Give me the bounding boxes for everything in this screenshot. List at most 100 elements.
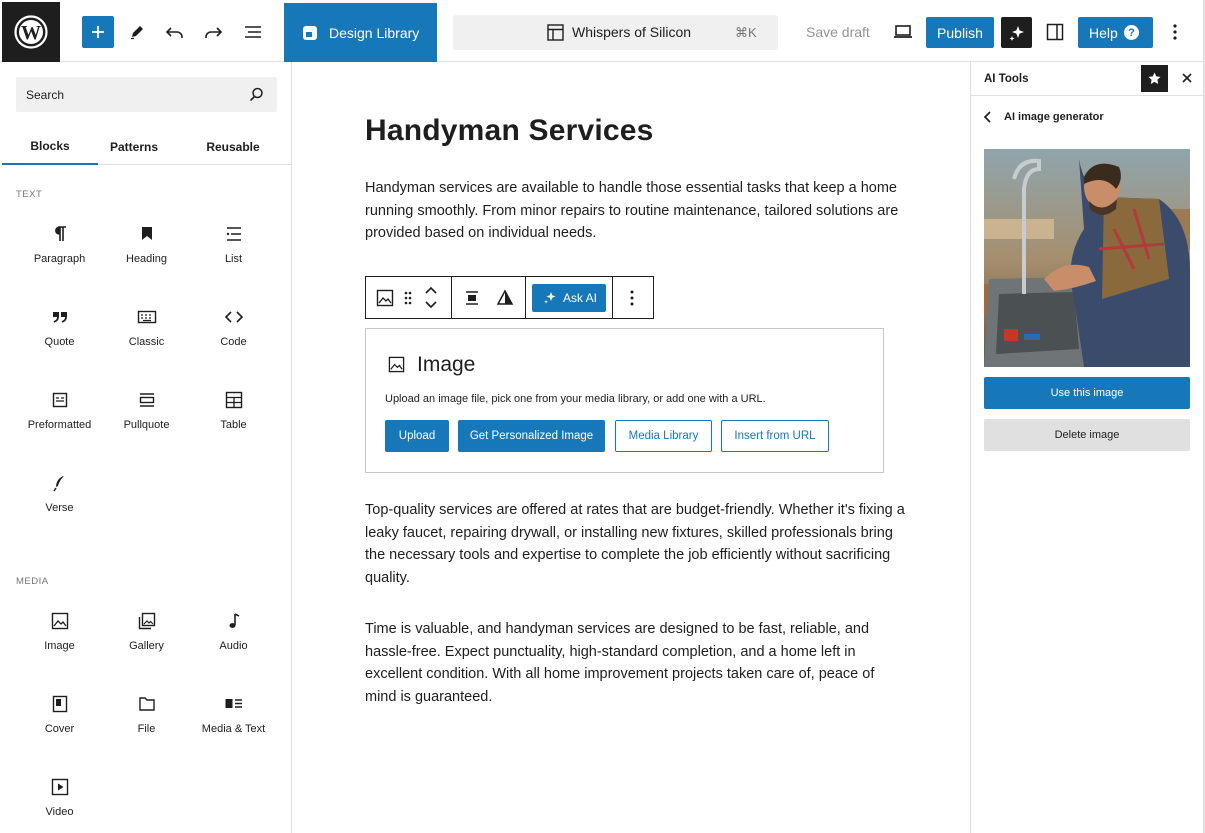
- tab-patterns[interactable]: Patterns: [98, 128, 170, 165]
- chevron-up-icon[interactable]: [424, 285, 438, 297]
- delete-image-button[interactable]: Delete image: [984, 419, 1190, 451]
- paragraph-block[interactable]: Time is valuable, and handyman services …: [365, 618, 885, 708]
- gallery-icon: [138, 612, 155, 630]
- video-icon: [51, 778, 68, 796]
- music-note-icon: [229, 613, 239, 628]
- list-view-icon: [245, 26, 261, 38]
- insert-from-url-button[interactable]: Insert from URL: [721, 420, 829, 452]
- generated-image[interactable]: [984, 149, 1190, 367]
- block-paragraph[interactable]: Paragraph: [16, 225, 103, 305]
- add-block-button[interactable]: [82, 16, 114, 48]
- close-icon[interactable]: [1180, 71, 1194, 85]
- tab-reusable[interactable]: Reusable: [188, 128, 278, 165]
- editor-header: W Design Library Whispers of Silicon ⌘K …: [0, 0, 1205, 62]
- bookmark-icon: [141, 227, 152, 240]
- sparkle-icon: [1009, 25, 1024, 41]
- media-text-icon: [225, 699, 242, 708]
- block-heading[interactable]: Heading: [103, 225, 190, 305]
- block-quote[interactable]: Quote: [16, 308, 103, 388]
- preview-button[interactable]: [889, 16, 917, 48]
- cover-icon: [52, 695, 67, 713]
- search-input[interactable]: Search: [16, 77, 277, 112]
- feather-icon: [52, 476, 64, 492]
- image-block-instructions: Upload an image file, pick one from your…: [385, 393, 766, 405]
- options-menu-button[interactable]: [1163, 16, 1187, 48]
- wordpress-logo-icon[interactable]: W: [2, 2, 60, 62]
- image-icon[interactable]: [376, 289, 394, 307]
- plus-icon: [92, 26, 104, 38]
- quote-icon: [52, 312, 67, 323]
- paragraph-block[interactable]: Handyman services are available to handl…: [365, 177, 905, 245]
- duotone-filter-icon[interactable]: [496, 289, 514, 307]
- undo-button[interactable]: [160, 16, 190, 48]
- document-overview-button[interactable]: [238, 16, 268, 48]
- desktop-preview-icon: [894, 25, 912, 38]
- block-classic[interactable]: Classic: [103, 308, 190, 388]
- inserter-tabs: Blocks Patterns Reusable: [2, 128, 292, 165]
- design-library-label: Design Library: [329, 24, 420, 41]
- help-label: Help: [1089, 24, 1118, 41]
- media-library-button[interactable]: Media Library: [615, 420, 712, 452]
- block-label: Media & Text: [201, 723, 266, 735]
- drag-handle-icon[interactable]: [403, 290, 413, 306]
- block-toolbar-group-align: [452, 277, 526, 318]
- document-title: Whispers of Silicon: [572, 24, 692, 40]
- help-button[interactable]: Help ?: [1078, 17, 1153, 48]
- page-layout-icon: [547, 24, 564, 41]
- search-icon: [249, 87, 263, 102]
- redo-button[interactable]: [198, 16, 228, 48]
- design-library-button[interactable]: Design Library: [284, 3, 437, 62]
- block-video[interactable]: Video: [16, 778, 103, 833]
- ai-tools-title: AI Tools: [984, 73, 1029, 85]
- back-chevron-icon[interactable]: [982, 110, 994, 124]
- block-inserter-panel: Search Blocks Patterns Reusable TEXT Par…: [2, 62, 292, 833]
- block-preformatted[interactable]: Preformatted: [16, 391, 103, 471]
- image-icon: [388, 356, 405, 373]
- block-gallery[interactable]: Gallery: [103, 612, 190, 692]
- ai-tools-header: AI Tools: [971, 62, 1204, 96]
- block-pullquote[interactable]: Pullquote: [103, 391, 190, 471]
- pullquote-icon: [139, 393, 154, 407]
- document-bar[interactable]: Whispers of Silicon ⌘K: [453, 15, 778, 50]
- pin-button[interactable]: [1141, 65, 1168, 92]
- settings-sidebar-button[interactable]: [1040, 16, 1070, 48]
- block-media-text[interactable]: Media & Text: [190, 695, 277, 775]
- upload-button[interactable]: Upload: [385, 420, 449, 452]
- ai-tools-toggle[interactable]: [1001, 17, 1032, 48]
- save-draft-button[interactable]: Save draft: [806, 24, 870, 40]
- block-label: Pullquote: [123, 419, 170, 431]
- tab-blocks[interactable]: Blocks: [2, 128, 98, 165]
- ask-ai-button[interactable]: Ask AI: [532, 284, 606, 312]
- block-verse[interactable]: Verse: [16, 474, 103, 554]
- block-label: Gallery: [129, 640, 164, 652]
- publish-button[interactable]: Publish: [926, 17, 994, 48]
- get-personalized-image-button[interactable]: Get Personalized Image: [458, 420, 605, 452]
- design-library-icon: [303, 25, 317, 40]
- block-label: Preformatted: [27, 419, 92, 431]
- tools-button[interactable]: [122, 16, 152, 48]
- text-section-label: TEXT: [16, 189, 43, 200]
- media-section-label: MEDIA: [16, 576, 49, 587]
- more-vertical-icon[interactable]: [629, 289, 635, 307]
- paragraph-icon: [54, 226, 66, 241]
- image-icon: [51, 612, 68, 630]
- ask-ai-label: Ask AI: [563, 291, 598, 305]
- block-table[interactable]: Table: [190, 391, 277, 471]
- block-code[interactable]: Code: [190, 308, 277, 388]
- keyboard-icon: [137, 310, 156, 324]
- block-list[interactable]: List: [190, 225, 277, 305]
- post-title[interactable]: Handyman Services: [365, 114, 654, 148]
- search-placeholder: Search: [26, 88, 65, 102]
- chevron-down-icon[interactable]: [424, 298, 438, 310]
- command-shortcut: ⌘K: [735, 25, 757, 40]
- block-cover[interactable]: Cover: [16, 695, 103, 775]
- ai-tools-sidebar: AI Tools AI image generator Use this ima…: [970, 62, 1204, 833]
- use-this-image-button[interactable]: Use this image: [984, 377, 1190, 409]
- align-center-icon[interactable]: [463, 289, 481, 307]
- table-icon: [225, 391, 242, 409]
- block-file[interactable]: File: [103, 695, 190, 775]
- block-image[interactable]: Image: [16, 612, 103, 692]
- svg-text:W: W: [21, 22, 41, 44]
- paragraph-block[interactable]: Top-quality services are offered at rate…: [365, 499, 910, 589]
- block-audio[interactable]: Audio: [190, 612, 277, 692]
